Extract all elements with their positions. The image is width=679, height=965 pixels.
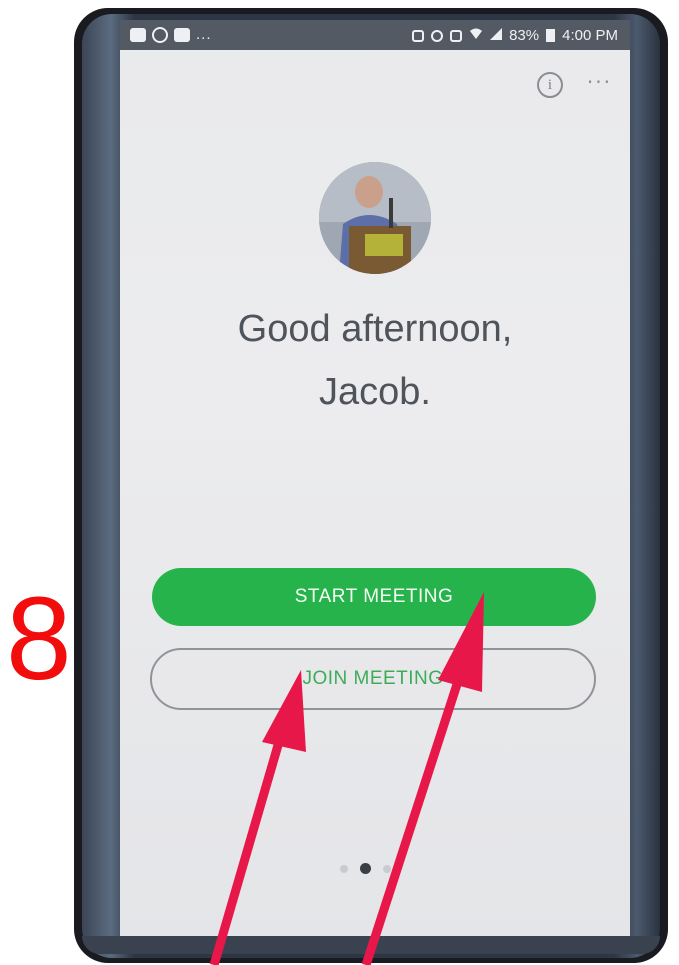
- start-arrow-head: [438, 592, 484, 692]
- join-arrow-shaft: [209, 733, 286, 965]
- join-arrow-head: [262, 670, 306, 752]
- start-arrow-shaft: [361, 670, 466, 965]
- photo-background: 8 ... 83% 4:00 PM i ··· Good afternoon, …: [0, 0, 679, 965]
- annotation-arrows: [209, 592, 484, 965]
